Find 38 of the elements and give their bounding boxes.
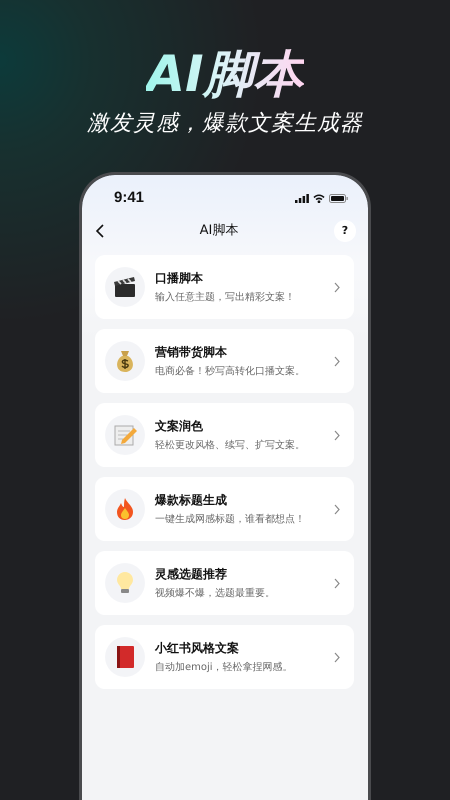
feature-title: 文案润色 (155, 418, 204, 434)
feature-card[interactable]: 爆款标题生成 一键生成网感标题，谁看都想点！ (95, 477, 354, 541)
feature-description: 自动加emoji，轻松拿捏网感。 (155, 660, 294, 674)
light-bulb-icon (116, 571, 134, 595)
book-icon (115, 645, 135, 669)
feature-title: 爆款标题生成 (155, 492, 228, 508)
feature-description: 电商必备！秒写高转化口播文案。 (155, 364, 306, 378)
back-icon[interactable] (96, 224, 104, 238)
feature-description: 一键生成网感标题，谁看都想点！ (155, 512, 306, 526)
chevron-right-icon (334, 282, 340, 292)
battery-icon (329, 194, 348, 202)
feature-title: 口播脚本 (155, 270, 204, 286)
memo-pencil-icon (113, 423, 137, 447)
feature-description: 轻松更改风格、续写、扩写文案。 (155, 438, 306, 452)
hero-subtitle: 激发灵感，爆款文案生成器 (87, 110, 363, 138)
chevron-right-icon (334, 652, 340, 662)
feature-card[interactable]: 营销带货脚本 电商必备！秒写高转化口播文案。 (95, 329, 354, 393)
feature-title: 营销带货脚本 (155, 344, 228, 360)
feature-description: 视频爆不爆，选题最重要。 (155, 586, 276, 600)
page-title: AI脚本 (200, 223, 238, 239)
feature-description: 输入任意主题，写出精彩文案！ (155, 290, 296, 304)
feature-card[interactable]: 口播脚本 输入任意主题，写出精彩文案！ (95, 255, 354, 319)
feature-card[interactable]: 灵感选题推荐 视频爆不爆，选题最重要。 (95, 551, 354, 615)
money-bag-icon (114, 349, 136, 373)
signal-icon (295, 194, 309, 202)
feature-title: 小红书风格文案 (155, 640, 240, 656)
clapper-board-icon (113, 276, 137, 298)
help-button[interactable]: ? (334, 220, 356, 242)
chevron-right-icon (334, 356, 340, 366)
feature-card[interactable]: 小红书风格文案 自动加emoji，轻松拿捏网感。 (95, 625, 354, 689)
feature-card[interactable]: 文案润色 轻松更改风格、续写、扩写文案。 (95, 403, 354, 467)
status-time: 9:41 (114, 189, 144, 207)
feature-title: 灵感选题推荐 (155, 566, 228, 582)
chevron-right-icon (334, 578, 340, 588)
wifi-icon (313, 194, 325, 202)
chevron-right-icon (334, 430, 340, 440)
fire-icon (114, 497, 136, 521)
chevron-right-icon (334, 504, 340, 514)
